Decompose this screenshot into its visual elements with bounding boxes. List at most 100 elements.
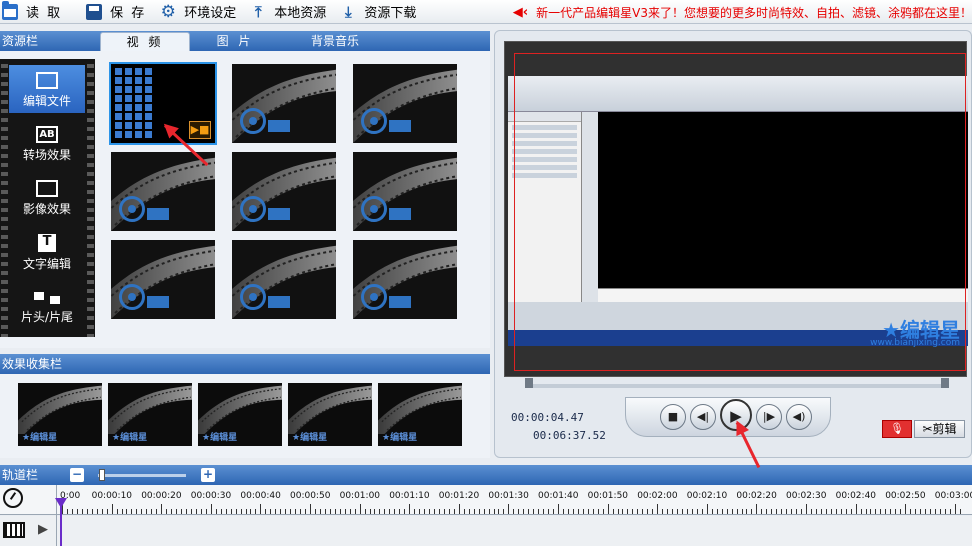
ruler-tick [602, 509, 604, 514]
ruler-tick [855, 504, 857, 514]
camera-icon [389, 208, 411, 220]
ruler-tick [453, 509, 455, 514]
ruler-tick [399, 509, 401, 514]
camera-icon [268, 120, 290, 132]
effect-thumbnail[interactable]: ★编辑星 [108, 383, 192, 446]
tab-image[interactable]: 图 片 [190, 32, 280, 51]
ruler-tick [220, 509, 222, 514]
ruler-tick [91, 509, 93, 514]
zoom-slider-track[interactable] [98, 474, 186, 477]
video-thumbnail[interactable] [353, 240, 457, 319]
ruler-tick [195, 509, 197, 514]
ruler-tick [270, 509, 272, 514]
ruler-tick [920, 509, 922, 514]
ruler-tick [751, 509, 753, 514]
ruler-tick [493, 509, 495, 514]
ruler-tick [200, 509, 202, 514]
effect-thumbnail[interactable]: ★编辑星 [378, 383, 462, 446]
video-thumbnail[interactable] [111, 152, 215, 231]
ruler-tick [934, 509, 936, 514]
local-resources-button[interactable]: ⤒ 本地资源 [250, 0, 326, 24]
settings-button[interactable]: ⚙ 环境设定 [160, 0, 237, 24]
sidebar-item-transitions[interactable]: AB 转场效果 [9, 119, 85, 167]
zoom-out-button[interactable]: − [70, 468, 84, 482]
cut-button[interactable]: ✂剪辑 [914, 420, 965, 438]
timeline-title: 轨道栏 [2, 468, 39, 482]
ruler-tick [210, 504, 212, 514]
video-thumbnail[interactable] [232, 240, 336, 319]
video-thumbnail[interactable] [232, 152, 336, 231]
ruler-tick [686, 509, 688, 514]
ruler-tick [384, 509, 386, 514]
film-strip-icon [3, 522, 25, 538]
effect-thumbnail[interactable]: ★编辑星 [288, 383, 372, 446]
playhead-cursor[interactable] [55, 498, 67, 546]
ruler-tick [225, 509, 227, 514]
ruler-tick-label: 00:02:40 [835, 491, 877, 501]
ruler-tick [677, 509, 679, 514]
effects-panel-header: 效果收集栏 [0, 354, 490, 374]
read-button[interactable]: 读 取 [2, 0, 62, 24]
step-back-icon: ◀| [696, 410, 710, 423]
speaker-icon: ◀︎‹ [512, 4, 529, 20]
seek-bar[interactable] [525, 384, 945, 388]
ruler-tick [925, 509, 927, 514]
seek-end-handle[interactable] [941, 378, 949, 388]
ruler-tick [166, 509, 168, 514]
sidebar-item-edit-file[interactable]: 编辑文件 [9, 65, 85, 113]
ruler-tick [349, 509, 351, 514]
sidebar-item-text-editing[interactable]: T 文字编辑 [9, 227, 85, 275]
ruler-tick [285, 509, 287, 514]
ruler-tick [414, 509, 416, 514]
sidebar-item-intro-outro[interactable]: 片头/片尾 [9, 281, 85, 329]
volume-button[interactable]: ◀) [786, 404, 812, 430]
zoom-slider-handle[interactable] [99, 469, 105, 481]
tab-video[interactable]: 视 频 [100, 32, 190, 51]
ruler-tick [111, 504, 113, 514]
step-forward-icon: |▶ [762, 410, 776, 423]
sidebar-item-image-effects[interactable]: 影像效果 [9, 173, 85, 221]
video-thumbnail[interactable] [111, 240, 215, 319]
video-thumbnail[interactable] [232, 64, 336, 143]
prev-frame-button[interactable]: ◀| [690, 404, 716, 430]
zoom-in-button[interactable]: + [201, 468, 215, 482]
next-frame-button[interactable]: |▶ [756, 404, 782, 430]
ruler-tick [845, 509, 847, 514]
save-button[interactable]: 保 存 [86, 0, 146, 24]
stop-button[interactable]: ■ [660, 404, 686, 430]
download-arrow-icon: ⤓ [344, 2, 352, 21]
record-voice-button[interactable]: 🎙 [882, 420, 912, 438]
ruler-tick [424, 509, 426, 514]
ruler-tick [647, 509, 649, 514]
ruler-tick [235, 509, 237, 514]
ruler-tick [553, 509, 555, 514]
ruler-tick [607, 504, 609, 514]
ruler-tick [463, 509, 465, 514]
track-play-icon[interactable]: ▶ [38, 522, 48, 537]
effect-thumbnail[interactable]: ★编辑星 [198, 383, 282, 446]
ruler-tick [662, 509, 664, 514]
resource-download-button[interactable]: ⤓ 资源下载 [340, 0, 416, 24]
ruler-tick-label: 00:01:20 [438, 491, 480, 501]
video-track[interactable]: ▶ [0, 516, 972, 546]
ruler-tick [657, 504, 659, 514]
effect-thumbnail[interactable]: ★编辑星 [18, 383, 102, 446]
ruler-tick [265, 509, 267, 514]
ruler-tick [146, 509, 148, 514]
ruler-tick [498, 509, 500, 514]
ruler-tick [429, 509, 431, 514]
promo-marquee[interactable]: ◀︎‹ 新一代产品编辑星V3来了！您想要的更多时尚特效、自拍、滤镜、涂鸦都在这里… [513, 0, 972, 24]
ruler-tick [706, 504, 708, 514]
ruler-tick [478, 509, 480, 514]
tab-background-music[interactable]: 背景音乐 [280, 32, 390, 51]
time-ruler[interactable]: 0:00 00:00:10 00:00:20 00:00:30 00:00:40 00:0… [0, 485, 972, 515]
ruler-tick [215, 509, 217, 514]
seek-start-handle[interactable] [525, 378, 533, 388]
camera-icon [268, 208, 290, 220]
ruler-tick [900, 509, 902, 514]
ruler-tick [667, 509, 669, 514]
resource-tabs: 视 频 图 片 背景音乐 [100, 32, 390, 51]
video-thumbnail[interactable] [353, 152, 457, 231]
video-thumbnail[interactable] [353, 64, 457, 143]
ruler-tick [438, 509, 440, 514]
